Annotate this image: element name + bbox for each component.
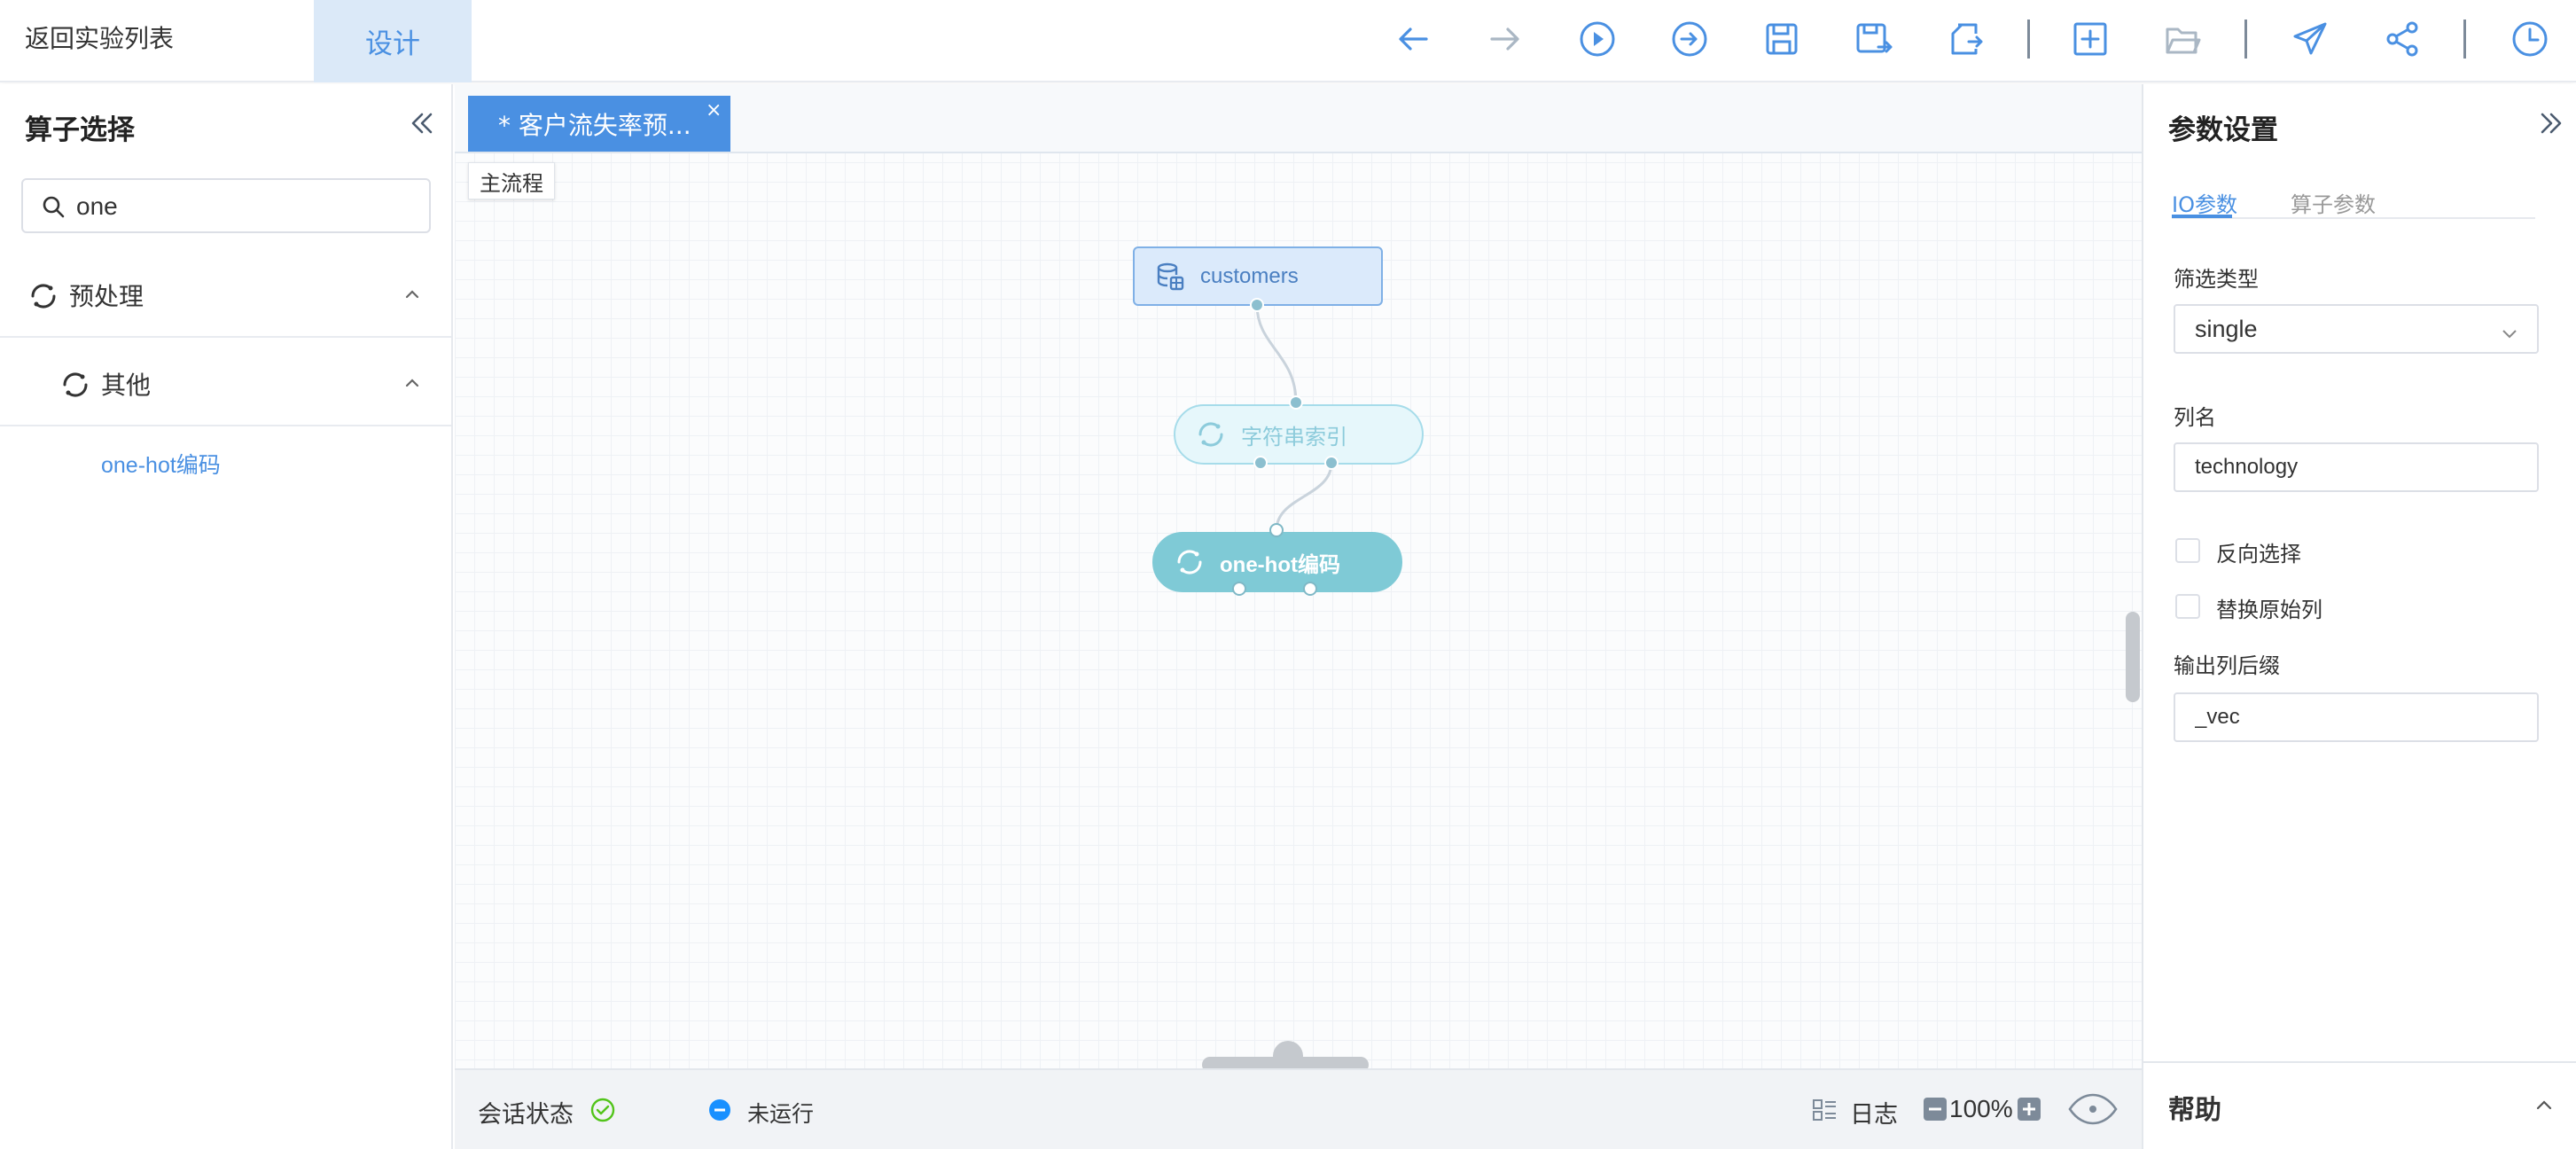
output-port[interactable]	[1324, 456, 1339, 470]
node-label: customers	[1200, 263, 1299, 288]
column-name-label: 列名	[2174, 405, 2216, 430]
replace-original-label: 替换原始列	[2216, 598, 2322, 622]
output-port[interactable]	[1250, 298, 1264, 312]
filter-type-value: single	[2195, 315, 2258, 342]
history-clock-icon[interactable]	[2505, 14, 2555, 64]
top-toolbar: 返回实验列表 设计	[0, 0, 2576, 82]
log-button[interactable]: 日志	[1850, 1095, 1898, 1129]
node-label: one-hot编码	[1220, 552, 1340, 577]
tab-io-params[interactable]: IO参数	[2172, 187, 2237, 218]
input-port[interactable]	[1269, 523, 1284, 537]
export-icon[interactable]	[1941, 14, 1991, 64]
output-port[interactable]	[1232, 582, 1246, 596]
collapse-left-icon[interactable]	[404, 106, 440, 141]
zoom-in-icon[interactable]	[2017, 1097, 2041, 1125]
collapse-right-icon[interactable]	[2533, 106, 2569, 141]
tree-subcategory-label: 其他	[101, 371, 152, 400]
tree-category-preprocess[interactable]: 预处理	[0, 253, 451, 338]
run-icon[interactable]	[1573, 14, 1622, 64]
operator-panel-title: 算子选择	[25, 114, 135, 146]
operator-panel: 算子选择 预处理 其他 one-hot编码	[0, 84, 453, 1149]
output-suffix-label: 输出列后缀	[2174, 653, 2280, 678]
chevron-up-icon[interactable]	[401, 283, 424, 306]
reverse-select-checkbox[interactable]	[2175, 538, 2200, 563]
run-status-text: 未运行	[747, 1101, 815, 1127]
tab-experiment[interactable]: * 客户流失率预...	[468, 96, 730, 152]
tree-subcategory-other[interactable]: 其他	[0, 341, 451, 426]
redo-arrow-icon[interactable]	[1480, 14, 1530, 64]
log-list-icon[interactable]	[1811, 1097, 1838, 1127]
share-icon[interactable]	[2377, 14, 2427, 64]
node-one-hot-encoding[interactable]: one-hot编码	[1152, 532, 1402, 592]
chevron-up-icon[interactable]	[2533, 1095, 2555, 1116]
parameter-panel-title: 参数设置	[2168, 114, 2278, 146]
tab-design[interactable]: 设计	[314, 0, 472, 82]
new-icon[interactable]	[2065, 14, 2115, 64]
search-icon	[41, 194, 66, 219]
toolbar-divider	[2463, 20, 2466, 59]
node-label: 字符串索引	[1241, 425, 1347, 449]
reverse-select-label: 反向选择	[2216, 542, 2301, 567]
help-section[interactable]: 帮助	[2143, 1061, 2576, 1149]
operator-search-box	[21, 178, 431, 233]
node-string-index[interactable]: 字符串索引	[1174, 404, 1424, 465]
preview-eye-icon[interactable]	[2066, 1091, 2119, 1130]
success-check-icon	[589, 1097, 616, 1127]
operator-icon	[1195, 418, 1227, 450]
zoom-out-icon[interactable]	[1923, 1097, 1948, 1125]
tree-category-label: 预处理	[69, 282, 144, 311]
save-as-icon[interactable]	[1849, 14, 1899, 64]
tab-operator-params[interactable]: 算子参数	[2291, 187, 2376, 218]
filter-type-label: 筛选类型	[2174, 267, 2259, 292]
toolbar-divider	[2027, 20, 2030, 59]
session-status-label: 会话状态	[478, 1101, 574, 1129]
column-name-input[interactable]	[2174, 442, 2539, 492]
operator-search-input[interactable]	[76, 189, 413, 224]
tree-leaf-one-hot[interactable]: one-hot编码	[101, 448, 221, 480]
zoom-level: 100%	[1949, 1095, 2013, 1122]
canvas-vertical-scrollbar[interactable]	[2126, 612, 2140, 702]
output-port[interactable]	[1303, 582, 1317, 596]
canvas-scroll-handle[interactable]	[1273, 1041, 1303, 1071]
chevron-down-icon	[2500, 322, 2519, 341]
operator-group-icon	[59, 368, 92, 402]
database-icon	[1154, 261, 1186, 293]
input-port[interactable]	[1289, 395, 1303, 410]
status-bar: 会话状态 未运行 日志 100%	[455, 1068, 2142, 1149]
help-title: 帮助	[2168, 1095, 2221, 1126]
close-icon[interactable]: ×	[706, 99, 727, 121]
active-tab-indicator	[2172, 215, 2232, 218]
save-icon[interactable]	[1757, 14, 1807, 64]
undo-arrow-icon[interactable]	[1388, 14, 1438, 64]
chevron-up-icon[interactable]	[401, 371, 424, 395]
output-suffix-input[interactable]	[2174, 692, 2539, 742]
replace-original-checkbox[interactable]	[2175, 594, 2200, 619]
parameter-panel: 参数设置 IO参数 算子参数 筛选类型 single 列名 反向选择 替换原始列…	[2142, 84, 2576, 1149]
filter-type-select[interactable]: single	[2174, 304, 2539, 354]
toolbar-divider	[2244, 20, 2247, 59]
node-customers[interactable]: customers	[1133, 246, 1383, 306]
publish-icon[interactable]	[2285, 14, 2335, 64]
back-to-experiment-list-link[interactable]: 返回实验列表	[25, 20, 174, 55]
operator-icon	[1174, 546, 1206, 578]
run-from-here-icon[interactable]	[1665, 14, 1714, 64]
operator-group-icon	[27, 279, 60, 313]
status-dot-icon	[708, 1098, 731, 1125]
open-folder-icon[interactable]	[2158, 14, 2207, 64]
main-flow-label: 主流程	[468, 162, 555, 199]
output-port[interactable]	[1253, 456, 1268, 470]
